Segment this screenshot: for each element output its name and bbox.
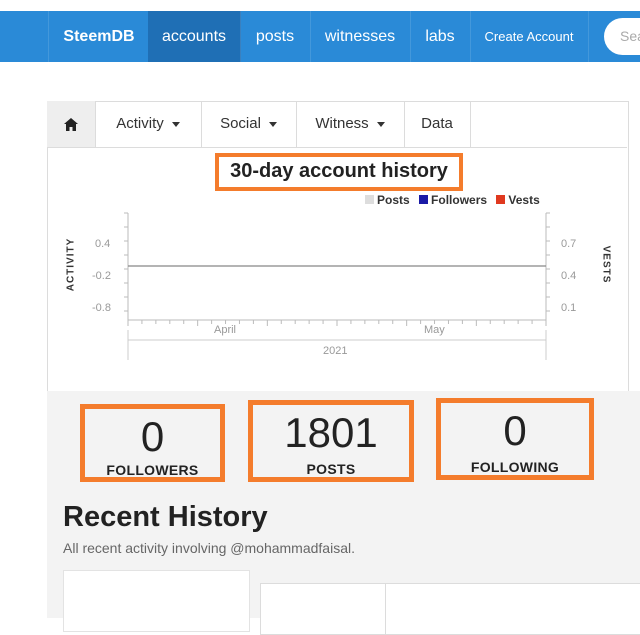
posts-label: POSTS	[306, 461, 356, 477]
recent-history-subtitle: All recent activity involving @mohammadf…	[63, 540, 355, 556]
x-tick-april: April	[214, 324, 237, 336]
tab-bar: Activity Social Witness Data	[47, 101, 627, 148]
search-input[interactable]: Sea	[604, 18, 640, 55]
caret-down-icon	[268, 121, 277, 127]
posts-stat[interactable]: 1801 POSTS	[248, 400, 414, 482]
chart-title: 30-day account history	[230, 160, 448, 182]
tab-activity[interactable]: Activity	[95, 101, 202, 147]
y-left-axis-title: ACTIVITY	[65, 237, 77, 292]
following-label: FOLLOWING	[470, 459, 560, 475]
followers-label: FOLLOWERS	[106, 462, 199, 478]
tab-social[interactable]: Social	[201, 101, 297, 147]
following-count: 0	[503, 407, 527, 454]
nav-posts[interactable]: posts	[240, 11, 311, 62]
top-navbar: SteemDB accounts posts witnesses labs Cr…	[0, 11, 640, 62]
row-divider	[385, 584, 386, 634]
search-placeholder: Sea	[620, 28, 640, 44]
x-year-label: 2021	[323, 345, 348, 357]
tab-witness-label: Witness	[315, 115, 369, 132]
history-chart	[124, 212, 550, 360]
y-right-tick: 0.7	[561, 238, 577, 250]
recent-history-title: Recent History	[63, 501, 268, 533]
posts-count: 1801	[284, 409, 378, 456]
tab-home[interactable]	[47, 101, 96, 147]
create-account-link[interactable]: Create Account	[470, 11, 589, 62]
y-left-tick: -0.8	[92, 302, 111, 314]
tab-data[interactable]: Data	[404, 101, 471, 147]
y-left-tick: -0.2	[92, 270, 111, 282]
y-right-axis-title: VESTS	[600, 245, 612, 284]
caret-down-icon	[171, 121, 180, 127]
caret-down-icon	[376, 121, 385, 127]
following-stat[interactable]: 0 FOLLOWING	[436, 398, 594, 480]
tab-data-label: Data	[421, 115, 453, 132]
followers-stat[interactable]: 0 FOLLOWERS	[80, 404, 225, 482]
brand-link[interactable]: SteemDB	[48, 11, 150, 62]
nav-labs[interactable]: labs	[410, 11, 471, 62]
legend-swatch	[419, 195, 429, 204]
tab-activity-label: Activity	[116, 115, 164, 132]
y-right-tick: 0.4	[561, 270, 577, 282]
tab-witness[interactable]: Witness	[296, 101, 405, 147]
home-icon	[64, 117, 78, 131]
legend-swatch	[365, 195, 374, 204]
y-right-tick: 0.1	[561, 302, 577, 314]
x-tick-may: May	[424, 324, 445, 336]
tab-social-label: Social	[220, 115, 261, 132]
nav-accounts[interactable]: accounts	[148, 11, 241, 62]
history-card	[63, 570, 250, 632]
followers-count: 0	[140, 413, 165, 460]
nav-witnesses[interactable]: witnesses	[310, 11, 411, 62]
legend-swatch	[496, 195, 506, 204]
history-row	[260, 583, 640, 635]
y-left-tick: 0.4	[95, 238, 111, 250]
